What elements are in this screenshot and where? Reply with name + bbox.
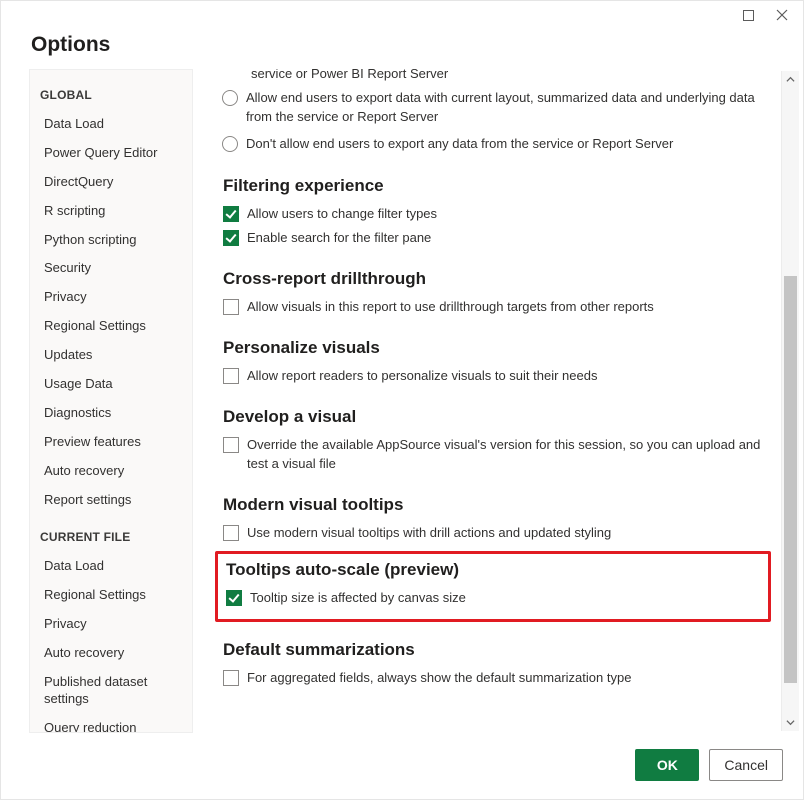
tooltips-autoscale-option[interactable]: Tooltip size is affected by canvas size bbox=[226, 586, 760, 611]
scroll-down-button[interactable] bbox=[782, 714, 799, 731]
sidebar-item-r-scripting[interactable]: R scripting bbox=[30, 197, 192, 226]
develop-checkbox[interactable] bbox=[223, 437, 239, 453]
develop-heading: Develop a visual bbox=[223, 407, 771, 427]
sidebar-item-global-privacy[interactable]: Privacy bbox=[30, 283, 192, 312]
sidebar-item-updates[interactable]: Updates bbox=[30, 341, 192, 370]
sidebar-item-cf-regional-settings[interactable]: Regional Settings bbox=[30, 581, 192, 610]
develop-option[interactable]: Override the available AppSource visual'… bbox=[223, 433, 771, 477]
modern-tooltips-option[interactable]: Use modern visual tooltips with drill ac… bbox=[223, 521, 771, 546]
scroll-track[interactable] bbox=[782, 88, 799, 714]
sidebar-item-directquery[interactable]: DirectQuery bbox=[30, 168, 192, 197]
personalize-checkbox[interactable] bbox=[223, 368, 239, 384]
sidebar-item-power-query-editor[interactable]: Power Query Editor bbox=[30, 139, 192, 168]
modern-tooltips-checkbox[interactable] bbox=[223, 525, 239, 541]
default-summarizations-heading: Default summarizations bbox=[223, 640, 771, 660]
develop-label: Override the available AppSource visual'… bbox=[247, 436, 771, 474]
close-icon bbox=[776, 9, 788, 21]
content-area: service or Power BI Report Server Allow … bbox=[199, 69, 801, 733]
chevron-down-icon bbox=[786, 718, 795, 727]
sidebar-section-current-file: CURRENT FILE bbox=[30, 522, 192, 552]
sidebar-item-global-report-settings[interactable]: Report settings bbox=[30, 486, 192, 515]
sidebar-item-preview-features[interactable]: Preview features bbox=[30, 428, 192, 457]
maximize-icon bbox=[743, 10, 754, 21]
filtering-enable-search-checkbox[interactable] bbox=[223, 230, 239, 246]
sidebar-section-global: GLOBAL bbox=[30, 80, 192, 110]
sidebar-item-global-data-load[interactable]: Data Load bbox=[30, 110, 192, 139]
tooltips-autoscale-heading: Tooltips auto-scale (preview) bbox=[226, 560, 760, 580]
modern-tooltips-label: Use modern visual tooltips with drill ac… bbox=[247, 524, 771, 543]
cross-report-heading: Cross-report drillthrough bbox=[223, 269, 771, 289]
dialog-footer: OK Cancel bbox=[635, 749, 783, 781]
cancel-button[interactable]: Cancel bbox=[709, 749, 783, 781]
filtering-change-types-checkbox[interactable] bbox=[223, 206, 239, 222]
export-none-label: Don't allow end users to export any data… bbox=[246, 135, 771, 154]
cross-report-checkbox[interactable] bbox=[223, 299, 239, 315]
export-none-radio[interactable]: Don't allow end users to export any data… bbox=[222, 131, 771, 158]
filtering-enable-search-option[interactable]: Enable search for the filter pane bbox=[223, 226, 771, 251]
filtering-change-types-option[interactable]: Allow users to change filter types bbox=[223, 202, 771, 227]
export-allow-underlying-label: Allow end users to export data with curr… bbox=[246, 89, 771, 127]
tooltips-autoscale-checkbox[interactable] bbox=[226, 590, 242, 606]
default-summarizations-label: For aggregated fields, always show the d… bbox=[247, 669, 771, 688]
tooltips-autoscale-label: Tooltip size is affected by canvas size bbox=[250, 589, 760, 608]
export-option-tail: service or Power BI Report Server bbox=[223, 69, 771, 81]
close-button[interactable] bbox=[765, 1, 799, 29]
sidebar-item-cf-auto-recovery[interactable]: Auto recovery bbox=[30, 639, 192, 668]
personalize-heading: Personalize visuals bbox=[223, 338, 771, 358]
sidebar-item-cf-published-dataset-settings[interactable]: Published dataset settings bbox=[30, 668, 192, 714]
modern-tooltips-heading: Modern visual tooltips bbox=[223, 495, 771, 515]
tooltips-autoscale-highlight: Tooltips auto-scale (preview) Tooltip si… bbox=[215, 551, 771, 622]
sidebar-item-global-regional-settings[interactable]: Regional Settings bbox=[30, 312, 192, 341]
scroll-up-button[interactable] bbox=[782, 71, 799, 88]
sidebar-item-security[interactable]: Security bbox=[30, 254, 192, 283]
ok-button[interactable]: OK bbox=[635, 749, 699, 781]
chevron-up-icon bbox=[786, 75, 795, 84]
options-dialog: Options GLOBAL Data Load Power Query Edi… bbox=[0, 0, 804, 800]
personalize-label: Allow report readers to personalize visu… bbox=[247, 367, 771, 386]
filtering-change-types-label: Allow users to change filter types bbox=[247, 205, 771, 224]
sidebar-item-usage-data[interactable]: Usage Data bbox=[30, 370, 192, 399]
sidebar-item-global-auto-recovery[interactable]: Auto recovery bbox=[30, 457, 192, 486]
export-none-radio-input[interactable] bbox=[222, 136, 238, 152]
cross-report-label: Allow visuals in this report to use dril… bbox=[247, 298, 771, 317]
personalize-option[interactable]: Allow report readers to personalize visu… bbox=[223, 364, 771, 389]
cross-report-option[interactable]: Allow visuals in this report to use dril… bbox=[223, 295, 771, 320]
export-allow-underlying-radio-input[interactable] bbox=[222, 90, 238, 106]
content-scrollbar[interactable] bbox=[781, 71, 799, 731]
sidebar-item-python-scripting[interactable]: Python scripting bbox=[30, 226, 192, 255]
sidebar-item-cf-data-load[interactable]: Data Load bbox=[30, 552, 192, 581]
scroll-thumb[interactable] bbox=[784, 276, 797, 683]
sidebar-item-cf-query-reduction[interactable]: Query reduction bbox=[30, 714, 192, 733]
dialog-title: Options bbox=[1, 33, 803, 69]
default-summarizations-checkbox[interactable] bbox=[223, 670, 239, 686]
filtering-heading: Filtering experience bbox=[223, 176, 771, 196]
export-allow-underlying-radio[interactable]: Allow end users to export data with curr… bbox=[222, 85, 771, 131]
default-summarizations-option[interactable]: For aggregated fields, always show the d… bbox=[223, 666, 771, 691]
sidebar-item-diagnostics[interactable]: Diagnostics bbox=[30, 399, 192, 428]
sidebar-item-cf-privacy[interactable]: Privacy bbox=[30, 610, 192, 639]
filtering-enable-search-label: Enable search for the filter pane bbox=[247, 229, 771, 248]
sidebar: GLOBAL Data Load Power Query Editor Dire… bbox=[29, 69, 193, 733]
maximize-button[interactable] bbox=[731, 1, 765, 29]
